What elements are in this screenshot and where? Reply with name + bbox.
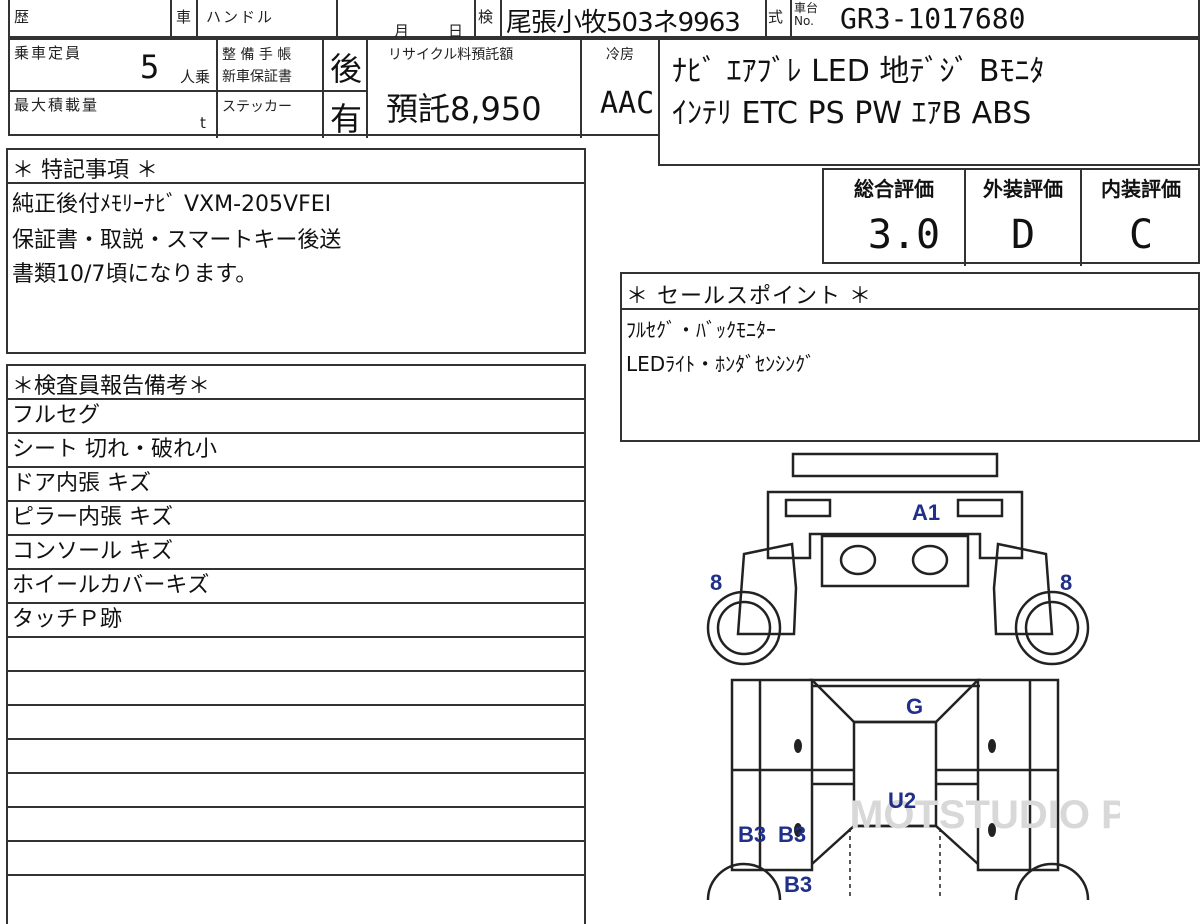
remark-row [8, 670, 584, 704]
maintenance-value: 後 [330, 50, 363, 88]
remark-row: タッチＰ跡 [8, 602, 584, 636]
damage-mark-b3: B3 [778, 822, 806, 847]
equipment-box: ﾅﾋﾞ ｴｱﾌﾞﾚ LED 地ﾃﾞｼﾞ Bﾓﾆﾀ ｲﾝﾃﾘ ETC PS PW … [658, 38, 1200, 166]
front-bumper [791, 452, 999, 478]
sales-point-line: LEDﾗｲﾄ・ﾎﾝﾀﾞｾﾝｼﾝｸﾞ [626, 352, 816, 376]
recycle-value: 預託8,950 [386, 90, 542, 128]
sales-points-box: ＊ セールスポイント ＊ ﾌﾙｾｸﾞ・ﾊﾞｯｸﾓﾆﾀｰ LEDﾗｲﾄ・ﾎﾝﾀﾞｾ… [620, 272, 1200, 442]
remark-row [8, 874, 584, 908]
exterior-rating-label: 外装評価 [983, 177, 1063, 201]
type-label: 式 [768, 8, 786, 26]
damage-mark-front-left: 8 [710, 570, 722, 595]
interior-rating-label: 内装評価 [1101, 177, 1181, 201]
sticker-value: 有 [330, 100, 363, 138]
remark-row [8, 738, 584, 772]
headlight-right [956, 498, 1004, 518]
damage-mark-b3: B3 [738, 822, 766, 847]
chassis-number: GR3-1017680 [840, 2, 1026, 35]
remark-row [8, 704, 584, 738]
equipment-line-1: ﾅﾋﾞ ｴｱﾌﾞﾚ LED 地ﾃﾞｼﾞ Bﾓﾆﾀ [672, 54, 1045, 89]
special-notes-title: ＊ 特記事項 ＊ [12, 158, 158, 183]
remark-row [8, 806, 584, 840]
plate-number: 尾張小牧503ネ9963 [506, 8, 741, 38]
car-label: 車 [176, 8, 194, 26]
door-right [976, 678, 1060, 872]
aircon-label: 冷房 [606, 47, 634, 63]
capacity-value: 5 [140, 48, 160, 86]
damage-mark-a1: A1 [912, 500, 940, 525]
headlight-left [784, 498, 832, 518]
car-damage-diagram: MOTSTUDIO PRO A1 8 8 G U2 B3 B3 B3 [706, 452, 1120, 900]
inspector-remarks-box: ＊検査員報告備考＊ フルセグ シート 切れ・破れ小 ドア内張 キズ ピラー内張 … [6, 364, 586, 924]
remark-row: ピラー内張 キズ [8, 500, 584, 534]
damage-mark-g: G [906, 694, 923, 719]
special-note-line: 純正後付ﾒﾓﾘｰﾅﾋﾞ VXM-205VFEI [12, 192, 332, 217]
remark-row: フルセグ [8, 398, 584, 432]
spec-row: 乗車定員 5 人乗 最大積載量 t 整 備 手 帳 新車保証書 後 ステッカー … [8, 38, 660, 138]
capacity-unit: 人乗 [180, 68, 211, 86]
remark-row [8, 772, 584, 806]
max-load-label: 最大積載量 [14, 96, 100, 114]
ratings-box: 総合評価 外装評価 内装評価 3.0 D C [822, 168, 1200, 266]
aircon-value: AAC [600, 86, 655, 121]
chassis-label: 車台 No. [794, 1, 819, 28]
inspection-label: 検 [478, 8, 496, 26]
remark-row: ドア内張 キズ [8, 466, 584, 500]
remark-row [8, 840, 584, 874]
overall-rating-label: 総合評価 [854, 177, 934, 201]
handle-label: ハンドル [206, 8, 275, 26]
remark-row: ホイールカバーキズ [8, 568, 584, 602]
overall-rating: 3.0 [867, 212, 941, 258]
special-note-line: 書類10/7頃になります。 [12, 262, 258, 287]
damage-mark-front-right: 8 [1060, 570, 1072, 595]
capacity-label: 乗車定員 [14, 44, 83, 62]
maintenance-label-2: 新車保証書 [222, 69, 292, 85]
maintenance-label-1: 整 備 手 帳 [222, 47, 292, 63]
interior-rating: C [1128, 212, 1154, 258]
sales-points-title: ＊ セールスポイント ＊ [626, 284, 872, 309]
damage-mark-u2: U2 [888, 788, 916, 813]
exterior-rating: D [1010, 212, 1036, 258]
header-row: 歴 車 ハンドル 月 日 検 尾張小牧503ネ9963 式 車台 No. GR3… [8, 0, 1200, 40]
hood-outline [766, 490, 1024, 560]
max-load-unit: t [200, 114, 208, 132]
equipment-line-2: ｲﾝﾃﾘ ETC PS PW ｴｱB ABS [672, 96, 1032, 131]
inspector-remarks-title: ＊検査員報告備考＊ [12, 374, 211, 399]
remark-row: コンソール キズ [8, 534, 584, 568]
sales-point-line: ﾌﾙｾｸﾞ・ﾊﾞｯｸﾓﾆﾀｰ [626, 318, 776, 342]
remark-row [8, 636, 584, 670]
special-notes-box: ＊ 特記事項 ＊ 純正後付ﾒﾓﾘｰﾅﾋﾞ VXM-205VFEI 保証書・取説・… [6, 148, 586, 354]
special-note-line: 保証書・取説・スマートキー後送 [12, 228, 342, 253]
damage-mark-b3: B3 [784, 872, 812, 897]
remark-row: シート 切れ・破れ小 [8, 432, 584, 466]
recycle-label: リサイクル料預託額 [388, 47, 514, 63]
history-label: 歴 [14, 8, 32, 26]
sticker-label: ステッカー [222, 99, 292, 115]
